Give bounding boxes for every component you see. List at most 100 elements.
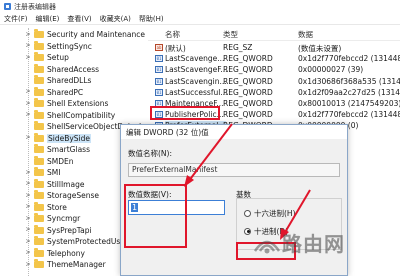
watermark: 路由网 xyxy=(252,228,345,257)
chevron-right-icon[interactable] xyxy=(25,66,31,72)
value-type: REG_QWORD xyxy=(223,87,273,97)
tree-item[interactable]: SharedDLLs xyxy=(0,75,146,87)
tree-item-label: StillImage xyxy=(47,179,85,189)
title-bar: 注册表编辑器 xyxy=(0,0,400,13)
chevron-right-icon[interactable]: > xyxy=(25,250,31,256)
tree-item-label: SharedPC xyxy=(47,87,84,97)
value-name-label: 数值名称(N): xyxy=(128,149,172,158)
value-row[interactable]: ab (默认) REG_SZ (数值未设置) xyxy=(148,42,400,54)
folder-icon xyxy=(34,167,44,177)
chevron-right-icon[interactable]: > xyxy=(25,89,31,95)
tree-item[interactable]: > Security and Maintenance xyxy=(0,29,146,41)
tree-item[interactable]: > Setup xyxy=(0,52,146,64)
tree-item[interactable]: SharedAccess xyxy=(0,63,146,76)
binary-value-icon: 01 xyxy=(155,88,163,96)
value-type: REG_QWORD xyxy=(223,99,273,108)
radio-hex-circle[interactable] xyxy=(244,209,251,217)
folder-icon xyxy=(34,63,44,73)
chevron-right-icon[interactable]: > xyxy=(25,261,31,268)
regedit-app-icon xyxy=(4,3,11,10)
folder-icon xyxy=(34,121,44,131)
tree-item-label: SettingSync xyxy=(47,41,92,51)
value-row[interactable]: 01 LastScavengin... REG_QWORD 0x1d30686f368… xyxy=(148,76,400,88)
value-type: REG_QWORD xyxy=(223,65,273,75)
binary-value-icon: 01 xyxy=(155,66,163,74)
chevron-right-icon[interactable]: > xyxy=(25,192,31,199)
column-header-name[interactable]: 名称 xyxy=(165,28,180,40)
chevron-right-icon[interactable]: > xyxy=(25,238,31,245)
value-row[interactable]: 01 LastScavengeF... REG_QWORD 0x00000027 (3… xyxy=(148,64,400,76)
value-data: 0x00000027 (39) xyxy=(298,65,364,75)
chevron-right-icon[interactable] xyxy=(25,124,31,130)
tree-item-label: ShellCompatibility xyxy=(47,110,116,120)
chevron-right-icon[interactable]: > xyxy=(25,112,31,118)
radio-decimal-circle[interactable] xyxy=(244,227,251,235)
chevron-right-icon[interactable]: > xyxy=(25,43,31,49)
folder-icon xyxy=(34,155,44,165)
tree-item-label: SMDEn xyxy=(47,156,74,166)
tree-item-label: Security and Maintenance xyxy=(47,30,145,40)
folder-icon xyxy=(34,259,44,269)
menu-edit[interactable]: 编辑(E) xyxy=(32,14,64,24)
chevron-right-icon[interactable]: > xyxy=(25,215,31,222)
chevron-right-icon[interactable]: > xyxy=(25,181,31,187)
value-row[interactable]: 01 LastScavenge... REG_QWORD 0x1d2f770febcc… xyxy=(148,53,400,65)
tree-item-label: Telephony xyxy=(47,248,85,258)
folder-icon xyxy=(34,224,44,234)
folder-icon xyxy=(34,86,44,96)
chevron-right-icon[interactable]: > xyxy=(25,204,31,210)
value-name: LastScavenge... xyxy=(165,54,225,64)
folder-icon xyxy=(34,190,44,200)
folder-icon xyxy=(34,247,44,257)
column-header-data[interactable]: 数据 xyxy=(298,28,313,40)
folder-icon xyxy=(34,236,44,246)
chevron-right-icon[interactable] xyxy=(25,147,31,153)
string-value-icon: ab xyxy=(155,44,163,51)
value-row[interactable]: 01 LastSuccessful... REG_QWORD 0x1d2f09aa2c… xyxy=(148,87,400,99)
menu-favorites[interactable]: 收藏夹(A) xyxy=(96,14,135,24)
value-data: 0x1d2f770febccd2 (1314482... xyxy=(298,110,400,120)
folder-icon xyxy=(34,213,44,223)
folder-icon xyxy=(34,132,44,142)
chevron-right-icon[interactable]: > xyxy=(25,100,31,107)
chevron-right-icon[interactable]: > xyxy=(25,227,31,233)
column-header-type[interactable]: 类型 xyxy=(223,28,238,40)
value-data: 0x1d2f770febccd2 (1314482... xyxy=(298,54,400,64)
tree-item-label: Shell Extensions xyxy=(47,99,109,109)
binary-value-icon: 01 xyxy=(155,77,163,85)
annotation-arrow-icon xyxy=(184,123,233,187)
folder-icon xyxy=(34,98,44,108)
tree-item-label: SharedDLLs xyxy=(47,76,92,86)
chevron-right-icon[interactable] xyxy=(25,78,31,84)
value-data: 0x1d2f09aa2c27d25 (131453... xyxy=(298,87,400,97)
folder-icon xyxy=(34,144,44,154)
chevron-right-icon[interactable]: > xyxy=(25,54,31,61)
value-type: REG_QWORD xyxy=(223,110,273,120)
tree-item-label: Syncmgr xyxy=(47,214,81,224)
chevron-right-icon[interactable]: > xyxy=(25,169,31,176)
tree-item-label: Store xyxy=(47,202,67,212)
menu-help[interactable]: 帮助(H) xyxy=(135,14,168,24)
tree-item-label: StorageSense xyxy=(47,191,99,201)
tree-item-label: SharedAccess xyxy=(47,64,100,74)
value-data: 0x1d30686f368a535 (131455... xyxy=(298,76,400,86)
folder-icon xyxy=(34,109,44,119)
chevron-right-icon[interactable] xyxy=(25,158,31,164)
folder-icon xyxy=(34,75,44,85)
tree-item[interactable]: > ShellCompatibility xyxy=(0,109,146,122)
binary-value-icon: 01 xyxy=(155,55,163,63)
menu-file[interactable]: 文件(F) xyxy=(0,14,32,24)
tree-item[interactable]: > SharedPC xyxy=(0,86,146,99)
tree-item[interactable]: > SettingSync xyxy=(0,40,146,53)
window-title: 注册表编辑器 xyxy=(14,2,56,11)
header-divider xyxy=(148,40,400,41)
tree-item-label: SideBySide xyxy=(47,133,92,143)
tree-item[interactable]: > Shell Extensions xyxy=(0,98,146,110)
tree-item-label: SMI xyxy=(47,168,61,178)
value-name: LastScavengin... xyxy=(165,76,227,86)
tree-item-label: SysPrepTapi xyxy=(47,225,92,235)
menu-view[interactable]: 查看(V) xyxy=(63,14,95,24)
value-name: LastSuccessful... xyxy=(165,87,228,97)
chevron-right-icon[interactable]: > xyxy=(25,135,31,141)
chevron-right-icon[interactable]: > xyxy=(25,31,31,38)
